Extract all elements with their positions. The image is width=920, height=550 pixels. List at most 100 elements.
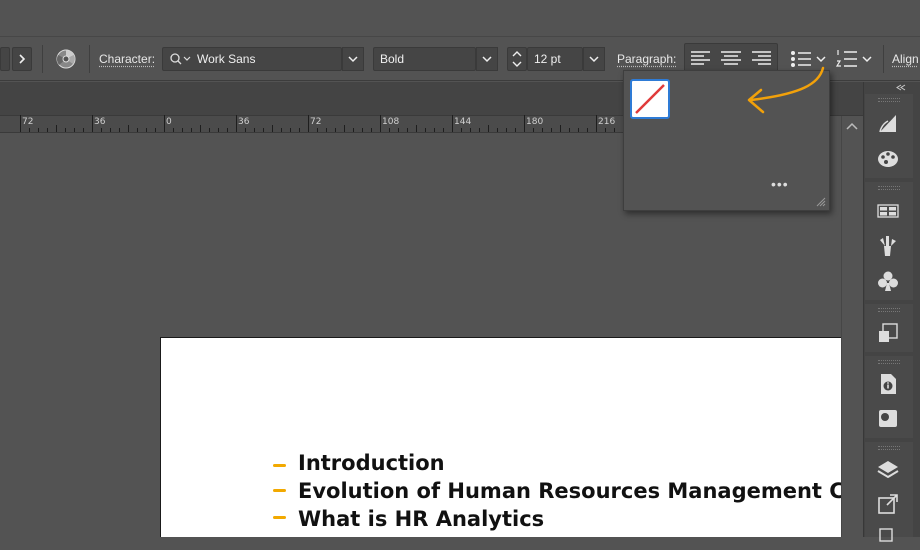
gradient-icon[interactable]	[876, 111, 900, 135]
list-item-introduction[interactable]: Introduction	[298, 451, 445, 475]
ruler-minor-tick	[515, 128, 516, 132]
font-family-value: Work Sans	[197, 52, 256, 66]
ruler-minor-tick	[551, 128, 552, 132]
font-family-dropdown[interactable]	[342, 47, 364, 71]
ruler-minor-tick	[245, 128, 246, 132]
numbering-dropdown[interactable]	[862, 37, 872, 81]
image-trace-icon[interactable]	[876, 406, 900, 430]
align-left-icon	[691, 51, 710, 65]
ruler-major-tick	[380, 115, 381, 132]
ruler-label: 216	[598, 117, 616, 127]
swatches-libraries-icon[interactable]	[876, 199, 900, 223]
expand-arrow-button[interactable]	[12, 47, 32, 71]
ruler-minor-tick	[578, 128, 579, 132]
ruler-minor-tick	[299, 128, 300, 132]
chevron-down-icon	[816, 55, 826, 62]
artboard[interactable]: Introduction Evolution of Human Resource…	[160, 337, 841, 537]
ruler-minor-tick	[407, 128, 408, 132]
ruler-minor-tick	[326, 128, 327, 132]
align-panel-link[interactable]: Align	[892, 52, 919, 66]
ruler-minor-tick	[83, 128, 84, 132]
none-slash-icon	[635, 84, 665, 114]
color-wheel-icon	[56, 49, 76, 69]
ruler-label: 72	[22, 117, 34, 127]
ruler-minor-tick	[110, 128, 111, 132]
numbering-button[interactable]	[836, 37, 858, 81]
divider	[89, 45, 90, 73]
character-panel-link[interactable]: Character:	[99, 52, 155, 66]
ruler-major-tick	[452, 115, 453, 132]
chevron-down-icon	[862, 55, 872, 62]
ruler-label: 36	[238, 117, 250, 127]
ruler-label: 180	[526, 117, 544, 127]
artboards-icon[interactable]	[876, 526, 900, 550]
layers-icon[interactable]	[876, 458, 900, 482]
font-style-dropdown[interactable]	[476, 47, 498, 71]
ruler-minor-tick	[398, 128, 399, 132]
chevron-down-icon	[348, 55, 358, 62]
list-bullet	[273, 516, 286, 519]
ruler-major-tick	[524, 115, 525, 132]
font-family-field[interactable]: Work Sans	[162, 47, 342, 71]
color-guide-icon[interactable]	[876, 147, 900, 171]
bullet-none-swatch[interactable]	[630, 79, 670, 119]
ruler-minor-tick	[587, 128, 588, 132]
panel-group	[865, 442, 913, 537]
ruler-minor-tick	[371, 128, 372, 132]
ruler-minor-tick	[605, 128, 606, 132]
ruler-minor-tick	[344, 125, 345, 132]
ruler-minor-tick	[434, 128, 435, 132]
symbols-icon[interactable]	[876, 269, 900, 293]
ruler-minor-tick	[209, 128, 210, 132]
panel-grip[interactable]	[878, 308, 900, 312]
numbered-list-icon	[836, 50, 857, 67]
ruler-minor-tick	[254, 128, 255, 132]
font-style-field[interactable]: Bold	[373, 47, 476, 71]
font-size-stepper[interactable]	[507, 47, 527, 71]
ruler-minor-tick	[74, 128, 75, 132]
font-size-dropdown[interactable]	[583, 47, 605, 71]
scroll-up-icon[interactable]	[846, 122, 858, 130]
divider	[883, 45, 884, 73]
vertical-scrollbar[interactable]	[841, 116, 863, 537]
resize-grip-icon[interactable]	[816, 197, 826, 207]
chevron-down-icon	[589, 55, 599, 62]
prev-control-segment[interactable]	[0, 47, 10, 71]
ruler-minor-tick	[65, 128, 66, 132]
horizontal-ruler: 72 36 0 36 72 108 144 180 216	[0, 115, 624, 133]
panel-grip[interactable]	[878, 446, 900, 450]
ruler-minor-tick	[200, 125, 201, 132]
ruler-minor-tick	[272, 125, 273, 132]
ruler-minor-tick	[506, 128, 507, 132]
panel-grip[interactable]	[878, 186, 900, 190]
chevron-right-icon	[19, 54, 26, 64]
ruler-label: 144	[454, 117, 472, 127]
ruler-minor-tick	[425, 128, 426, 132]
recolor-artwork-button[interactable]	[55, 37, 77, 81]
panel-grip[interactable]	[878, 360, 900, 364]
transform-icon[interactable]	[876, 321, 900, 345]
more-options-button[interactable]: •••	[771, 176, 789, 192]
brushes-icon[interactable]	[876, 234, 900, 258]
list-item-hr-analytics[interactable]: What is HR Analytics	[298, 507, 544, 531]
ruler-minor-tick	[47, 128, 48, 132]
list-bullet	[273, 489, 286, 492]
ruler-minor-tick	[362, 128, 363, 132]
font-size-field[interactable]: 12 pt	[527, 47, 583, 71]
ruler-major-tick	[596, 115, 597, 132]
ruler-minor-tick	[128, 125, 129, 132]
stepper-arrows-icon	[512, 51, 522, 67]
document-info-icon[interactable]	[876, 372, 900, 396]
ruler-minor-tick	[614, 128, 615, 132]
paragraph-panel-link[interactable]: Paragraph:	[617, 52, 676, 66]
font-style-value: Bold	[380, 52, 405, 66]
ruler-minor-tick	[29, 128, 30, 132]
export-icon[interactable]	[876, 492, 900, 516]
list-item-evolution[interactable]: Evolution of Human Resources Management …	[298, 479, 841, 503]
ruler-minor-tick	[542, 128, 543, 132]
ruler-minor-tick	[155, 128, 156, 132]
ruler-minor-tick	[389, 128, 390, 132]
collapse-panels-icon[interactable]	[896, 84, 906, 91]
ruler-minor-tick	[146, 128, 147, 132]
panel-grip[interactable]	[878, 98, 900, 102]
